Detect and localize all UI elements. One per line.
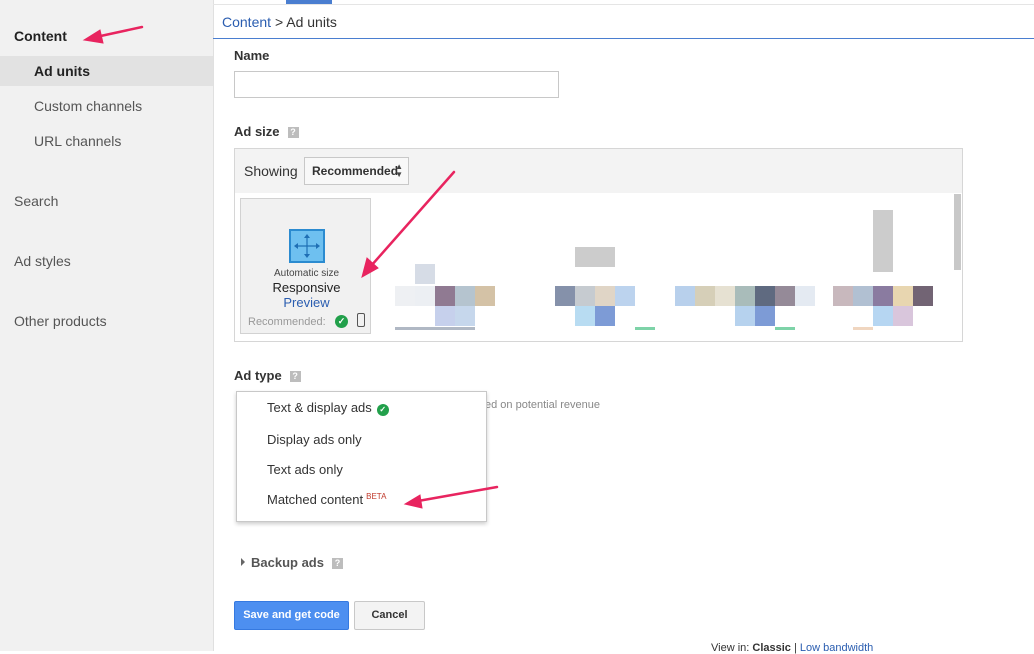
select-arrows-icon: ▲ ▼ [395,162,403,179]
ad-type-label: Ad type? [234,368,301,383]
breadcrumb: Content > Ad units [222,14,337,30]
beta-badge: BETA [366,492,387,501]
mobile-phone-icon [357,313,365,327]
view-in-label: View in: [711,642,750,654]
ad-size-scrollbar[interactable] [954,194,961,270]
help-icon[interactable]: ? [331,558,343,569]
ad-type-option-display-only[interactable]: Display ads only [267,432,362,447]
showing-select-value: Recommended [312,164,399,178]
breadcrumb-separator: > [274,14,284,30]
check-icon: ✓ [335,315,348,328]
ad-type-option-text-only[interactable]: Text ads only [267,462,343,477]
ad-type-dropdown[interactable]: Text & display ads ✓ Display ads only Tex… [236,391,487,522]
option-label: Matched content [267,492,364,507]
ad-size-thumbnail[interactable] [833,204,943,334]
name-label: Name [234,48,269,63]
sidebar-item-url-channels[interactable]: URL channels [34,133,121,149]
view-classic: Classic [752,642,791,654]
sidebar-section-ad-styles[interactable]: Ad styles [14,253,71,269]
option-label: Display ads only [267,432,362,447]
low-bandwidth-link[interactable]: Low bandwidth [800,642,873,654]
save-and-get-code-button[interactable]: Save and get code [234,601,349,630]
sidebar-section-content[interactable]: Content [14,28,67,44]
ad-size-thumbnail[interactable] [675,264,815,334]
footer-view-in: View in: Classic | Low bandwidth [711,642,873,654]
recommended-label: Recommended: [248,316,326,328]
name-input[interactable] [234,71,559,98]
ad-size-panel: Showing Recommended ▲ ▼ Automatic size R… [234,148,963,342]
breadcrumb-rule [213,38,1034,39]
showing-select[interactable]: Recommended ▲ ▼ [304,157,409,185]
resize-arrows-icon [289,229,325,263]
ad-size-label: Ad size? [234,124,299,139]
ad-type-option-text-display[interactable]: Text & display ads ✓ [267,400,389,416]
ad-size-thumbnail[interactable] [395,224,515,334]
sidebar-item-custom-channels[interactable]: Custom channels [34,98,142,114]
ad-type-label-text: Ad type [234,368,282,383]
sidebar-item-ad-units-highlight [0,56,213,86]
ad-size-label-text: Ad size [234,124,280,139]
help-icon[interactable]: ? [289,371,301,382]
responsive-subtitle: Automatic size [273,268,340,279]
showing-label: Showing [244,163,298,179]
responsive-title: Responsive [272,280,341,295]
responsive-ad-card[interactable]: Automatic size Responsive Preview Recomm… [240,198,371,334]
cancel-button[interactable]: Cancel [354,601,425,630]
sidebar-section-search[interactable]: Search [14,193,58,209]
ad-size-header: Showing Recommended ▲ ▼ [235,149,962,193]
top-divider [213,4,1034,5]
sidebar: Content Ad units Custom channels URL cha… [0,0,214,651]
footer-separator: | [793,642,797,654]
expand-arrow-icon [241,558,245,566]
ad-size-thumbnail[interactable] [535,239,655,334]
sidebar-section-other-products[interactable]: Other products [14,313,107,329]
backup-ads-label: Backup ads [251,555,324,570]
backup-ads-toggle[interactable]: Backup ads? [241,555,343,570]
breadcrumb-current: Ad units [286,14,337,30]
responsive-preview-link[interactable]: Preview [241,295,372,310]
check-icon: ✓ [376,404,389,416]
breadcrumb-content-link[interactable]: Content [222,14,271,30]
help-icon[interactable]: ? [287,127,299,138]
ad-type-hint: ed on potential revenue [485,399,600,411]
name-label-text: Name [234,48,270,63]
option-label: Text & display ads [267,400,372,415]
sidebar-item-ad-units[interactable]: Ad units [34,63,90,79]
option-label: Text ads only [267,462,343,477]
ad-type-option-matched-content[interactable]: Matched content BETA [267,492,386,507]
